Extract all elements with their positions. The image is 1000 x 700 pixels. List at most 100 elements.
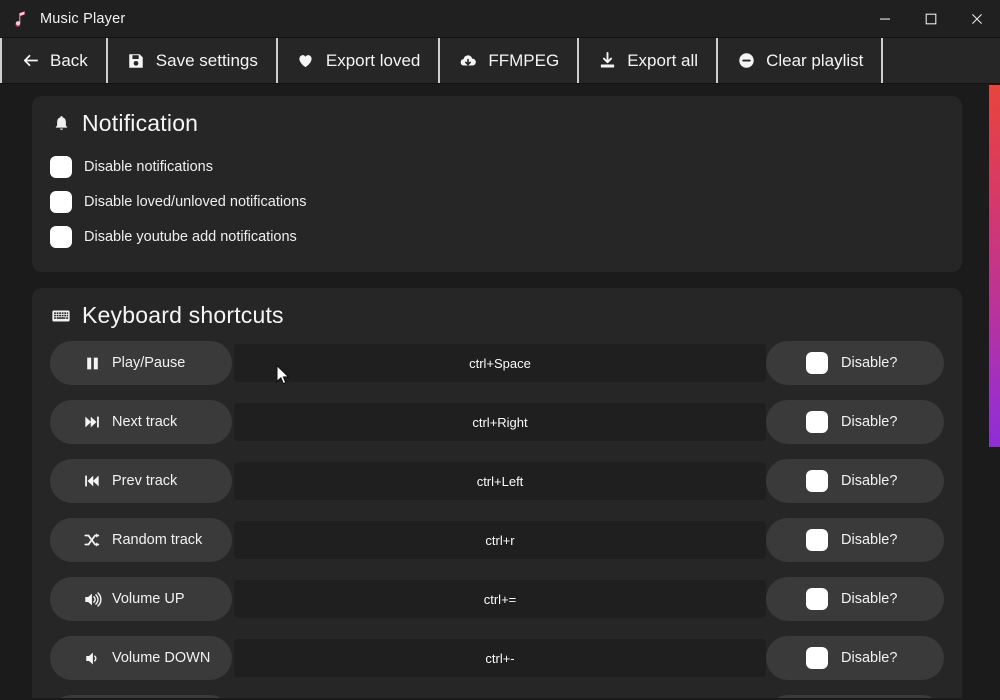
keyboard-shortcuts-panel: Keyboard shortcuts Play/Pause ctrl+Space… [32,288,962,698]
shortcut-name-prev-track[interactable]: Prev track [50,459,232,503]
export-all-label: Export all [627,50,699,70]
disable-notifications-row[interactable]: Disable notifications [50,149,944,184]
ffmpeg-label: FFMPEG [488,50,560,70]
vertical-scrollbar-track[interactable] [989,84,1000,698]
shortcut-name-partial[interactable] [50,695,232,698]
shortcut-name-next-track[interactable]: Next track [50,400,232,444]
shortcut-disable-next-track[interactable]: Disable? [766,400,944,444]
shortcut-binding-value: ctrl+Space [469,355,531,371]
shortcut-disable-label: Disable? [841,473,898,489]
shortcut-binding-input-next-track[interactable]: ctrl+Right [234,403,766,441]
shortcut-name-random-track[interactable]: Random track [50,518,232,562]
disable-youtube-notifications-label: Disable youtube add notifications [84,228,297,245]
shortcut-row: Volume UP ctrl+= Disable? [50,577,944,621]
shortcut-disable-play-pause[interactable]: Disable? [766,341,944,385]
shortcut-label: Volume UP [112,591,185,607]
notification-panel-title: Notification [82,110,199,136]
cloud-download-icon [458,51,478,71]
notification-panel-header: Notification [50,110,944,137]
download-icon [597,51,617,71]
prev-track-icon [82,471,102,491]
next-track-icon [82,412,102,432]
shortcut-binding-input-volume-down[interactable]: ctrl+- [234,639,766,677]
shortcut-disable-random-track[interactable]: Disable? [766,518,944,562]
disable-notifications-checkbox[interactable] [50,155,72,178]
save-settings-label: Save settings [155,50,258,70]
shortcut-name-volume-up[interactable]: Volume UP [50,577,232,621]
shortcut-binding-input-random-track[interactable]: ctrl+r [234,521,766,559]
volume-up-icon [82,589,102,609]
shortcut-row: Play/Pause ctrl+Space Disable? [50,341,944,385]
shortcut-binding-value: ctrl+Right [472,414,528,430]
export-loved-button[interactable]: Export loved [278,38,441,83]
shortcut-row: Random track ctrl+r Disable? [50,518,944,562]
shortcut-binding-value: ctrl+Left [476,473,524,489]
shortcut-binding-input-prev-track[interactable]: ctrl+Left [234,462,766,500]
shortcut-name-volume-down[interactable]: Volume DOWN [50,636,232,680]
shortcut-disable-partial[interactable] [766,695,944,698]
shortcut-row: Next track ctrl+Right Disable? [50,400,944,444]
shortcut-label: Play/Pause [112,355,186,371]
keyboard-icon [50,305,72,327]
keyboard-shortcuts-title: Keyboard shortcuts [82,302,284,328]
shortcut-label: Prev track [112,473,178,489]
shortcut-disable-checkbox[interactable] [806,588,828,610]
minimize-icon[interactable] [862,0,908,37]
disable-loved-notifications-label: Disable loved/unloved notifications [84,193,307,210]
shortcut-disable-label: Disable? [841,591,898,607]
clear-playlist-button[interactable]: Clear playlist [718,38,884,83]
pause-icon [82,353,102,373]
window-controls [862,0,1000,37]
shortcut-disable-label: Disable? [841,355,898,371]
shortcut-name-play-pause[interactable]: Play/Pause [50,341,232,385]
volume-down-icon [82,648,102,668]
window-titlebar: Music Player [0,0,1000,37]
disable-loved-notifications-row[interactable]: Disable loved/unloved notifications [50,184,944,219]
disable-youtube-notifications-row[interactable]: Disable youtube add notifications [50,219,944,254]
disable-notifications-label: Disable notifications [84,158,213,175]
shortcut-disable-label: Disable? [841,532,898,548]
shortcut-disable-volume-up[interactable]: Disable? [766,577,944,621]
disable-youtube-notifications-checkbox[interactable] [50,225,72,248]
window-title: Music Player [40,10,126,27]
export-all-button[interactable]: Export all [579,38,719,83]
export-loved-label: Export loved [325,50,421,70]
shuffle-icon [82,530,102,550]
shortcut-binding-value: ctrl+- [485,650,515,666]
shortcut-label: Random track [112,532,203,548]
clear-playlist-label: Clear playlist [766,50,864,70]
shortcut-disable-prev-track[interactable]: Disable? [766,459,944,503]
main-toolbar: Back Save settings Export loved FFMPEG E… [0,37,1000,84]
shortcut-disable-checkbox[interactable] [806,529,828,551]
vertical-scrollbar-thumb[interactable] [989,85,1000,447]
shortcut-disable-checkbox[interactable] [806,647,828,669]
shortcut-row [50,695,944,698]
back-button-label: Back [50,50,88,70]
ffmpeg-button[interactable]: FFMPEG [440,38,580,83]
shortcut-disable-checkbox[interactable] [806,352,828,374]
arrow-left-icon [20,51,40,71]
shortcut-binding-input-play-pause[interactable]: ctrl+Space [234,344,766,382]
shortcut-row: Volume DOWN ctrl+- Disable? [50,636,944,680]
bell-icon [50,113,72,135]
shortcut-disable-checkbox[interactable] [806,470,828,492]
floppy-disk-icon [126,51,146,71]
save-settings-button[interactable]: Save settings [108,38,278,83]
shortcut-binding-value: ctrl+r [485,532,515,548]
shortcut-disable-checkbox[interactable] [806,411,828,433]
shortcut-disable-volume-down[interactable]: Disable? [766,636,944,680]
shortcut-disable-label: Disable? [841,414,898,430]
heart-icon [296,51,316,71]
notification-panel: Notification Disable notifications Disab… [32,96,962,272]
shortcut-binding-value: ctrl+= [483,591,517,607]
close-icon[interactable] [954,0,1000,37]
back-button[interactable]: Back [0,38,108,83]
shortcut-disable-label: Disable? [841,650,898,666]
disable-loved-notifications-checkbox[interactable] [50,190,72,213]
music-note-icon [10,8,32,30]
maximize-icon[interactable] [908,0,954,37]
shortcut-label: Next track [112,414,178,430]
keyboard-shortcuts-header: Keyboard shortcuts [50,302,944,329]
shortcut-binding-input-volume-up[interactable]: ctrl+= [234,580,766,618]
settings-scroll-area: Notification Disable notifications Disab… [0,84,1000,698]
